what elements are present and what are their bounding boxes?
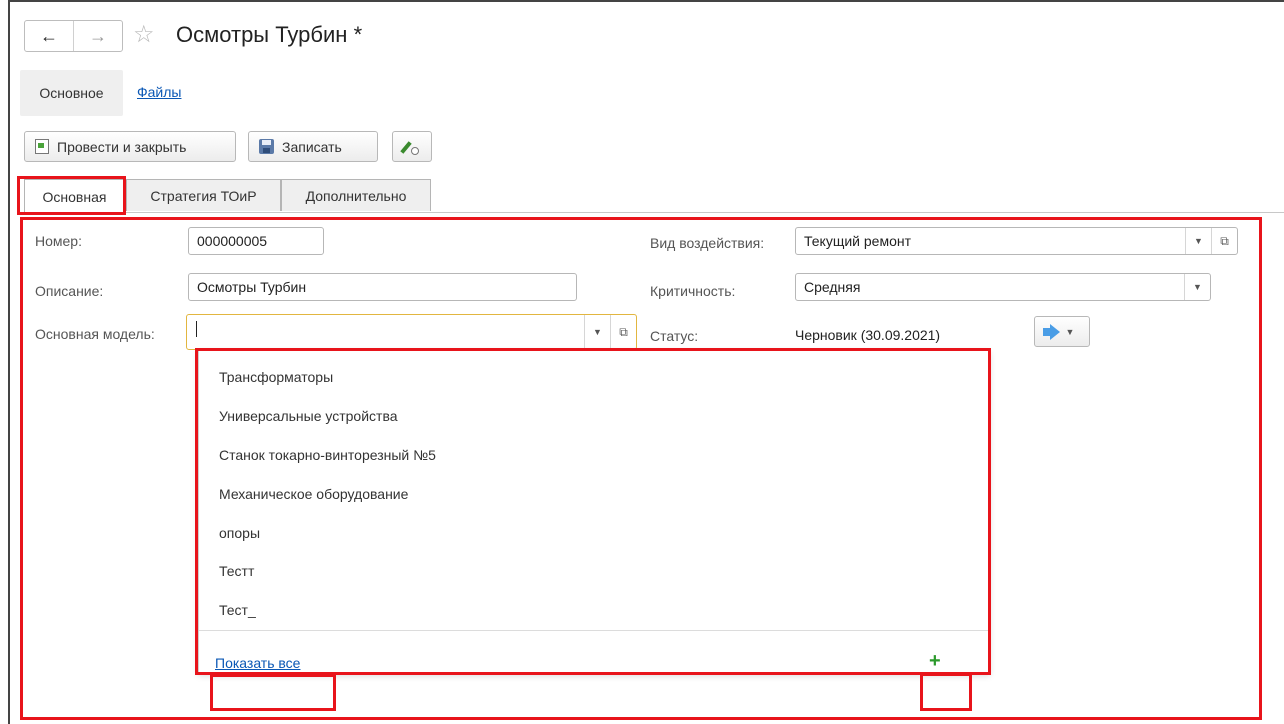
tab-divider — [24, 212, 1284, 213]
edit-history-button[interactable] — [392, 131, 432, 162]
number-field[interactable]: 000000005 — [188, 227, 324, 255]
impact-dropdown-button[interactable]: ▼ — [1185, 228, 1211, 254]
panel-item-main[interactable]: Основное — [20, 70, 123, 116]
status-change-button[interactable]: ▼ — [1034, 316, 1090, 347]
list-item[interactable]: Станок токарно-винторезный №5 — [219, 447, 436, 463]
forward-button[interactable]: → — [73, 21, 122, 51]
impact-value: Текущий ремонт — [804, 233, 912, 249]
tab-main[interactable]: Основная — [24, 179, 125, 213]
description-value: Осмотры Турбин — [197, 279, 307, 295]
criticality-field[interactable]: Средняя ▼ — [795, 273, 1211, 301]
impact-open-icon[interactable]: ⧉ — [1211, 228, 1237, 254]
model-dropdown-button[interactable]: ▼ — [584, 315, 610, 349]
save-label: Записать — [282, 138, 342, 155]
save-disk-icon — [259, 139, 274, 154]
list-item[interactable]: Универсальные устройства — [219, 408, 398, 424]
nav-buttons: ← → — [24, 20, 123, 52]
post-document-icon — [35, 139, 49, 154]
list-item[interactable]: опоры — [219, 525, 260, 541]
criticality-dropdown-button[interactable]: ▼ — [1184, 274, 1210, 300]
arrow-right-blue-icon — [1042, 323, 1060, 340]
status-value: Черновик (30.09.2021) — [795, 327, 941, 343]
chevron-down-icon: ▼ — [1065, 326, 1075, 337]
highlight-show-all — [210, 674, 336, 711]
arrow-right-icon: → — [89, 25, 107, 46]
description-field[interactable]: Осмотры Турбин — [188, 273, 577, 301]
pen-clock-icon — [401, 139, 419, 155]
list-item[interactable]: Механическое оборудование — [219, 486, 408, 502]
favorite-star-icon[interactable]: ☆ — [133, 22, 155, 48]
show-all-link[interactable]: Показать все — [215, 655, 300, 671]
dropdown-divider — [199, 630, 989, 631]
save-button[interactable]: Записать — [248, 131, 378, 162]
post-and-close-label: Провести и закрыть — [57, 138, 187, 155]
criticality-value: Средняя — [804, 279, 861, 295]
list-item[interactable]: Тест_ — [219, 602, 256, 618]
text-cursor — [196, 321, 197, 337]
model-label: Основная модель: — [35, 326, 155, 342]
highlight-add-button — [920, 673, 972, 711]
model-dropdown-list: Трансформаторы Универсальные устройства … — [198, 350, 990, 674]
status-label: Статус: — [650, 328, 699, 344]
impact-field[interactable]: Текущий ремонт ▼ ⧉ — [795, 227, 1238, 255]
list-item[interactable]: Тестт — [219, 563, 254, 579]
panel-item-files[interactable]: Файлы — [137, 84, 181, 100]
post-and-close-button[interactable]: Провести и закрыть — [24, 131, 236, 162]
back-button[interactable]: ← — [25, 21, 73, 51]
tab-additional[interactable]: Дополнительно — [281, 179, 431, 211]
arrow-left-icon: ← — [40, 25, 58, 46]
window-frame-top — [8, 0, 1284, 2]
description-label: Описание: — [35, 283, 104, 299]
number-value: 000000005 — [197, 233, 268, 249]
model-input[interactable]: ▼ ⧉ — [186, 314, 637, 350]
window-frame-left — [8, 0, 10, 724]
criticality-label: Критичность: — [650, 283, 736, 299]
page-title: Осмотры Турбин * — [176, 22, 363, 47]
tab-strategy[interactable]: Стратегия ТОиР — [126, 179, 281, 211]
number-label: Номер: — [35, 233, 82, 249]
add-plus-icon[interactable]: + — [929, 651, 941, 671]
list-item[interactable]: Трансформаторы — [219, 369, 333, 385]
impact-label: Вид воздействия: — [650, 235, 765, 251]
open-icon[interactable]: ⧉ — [610, 315, 636, 349]
